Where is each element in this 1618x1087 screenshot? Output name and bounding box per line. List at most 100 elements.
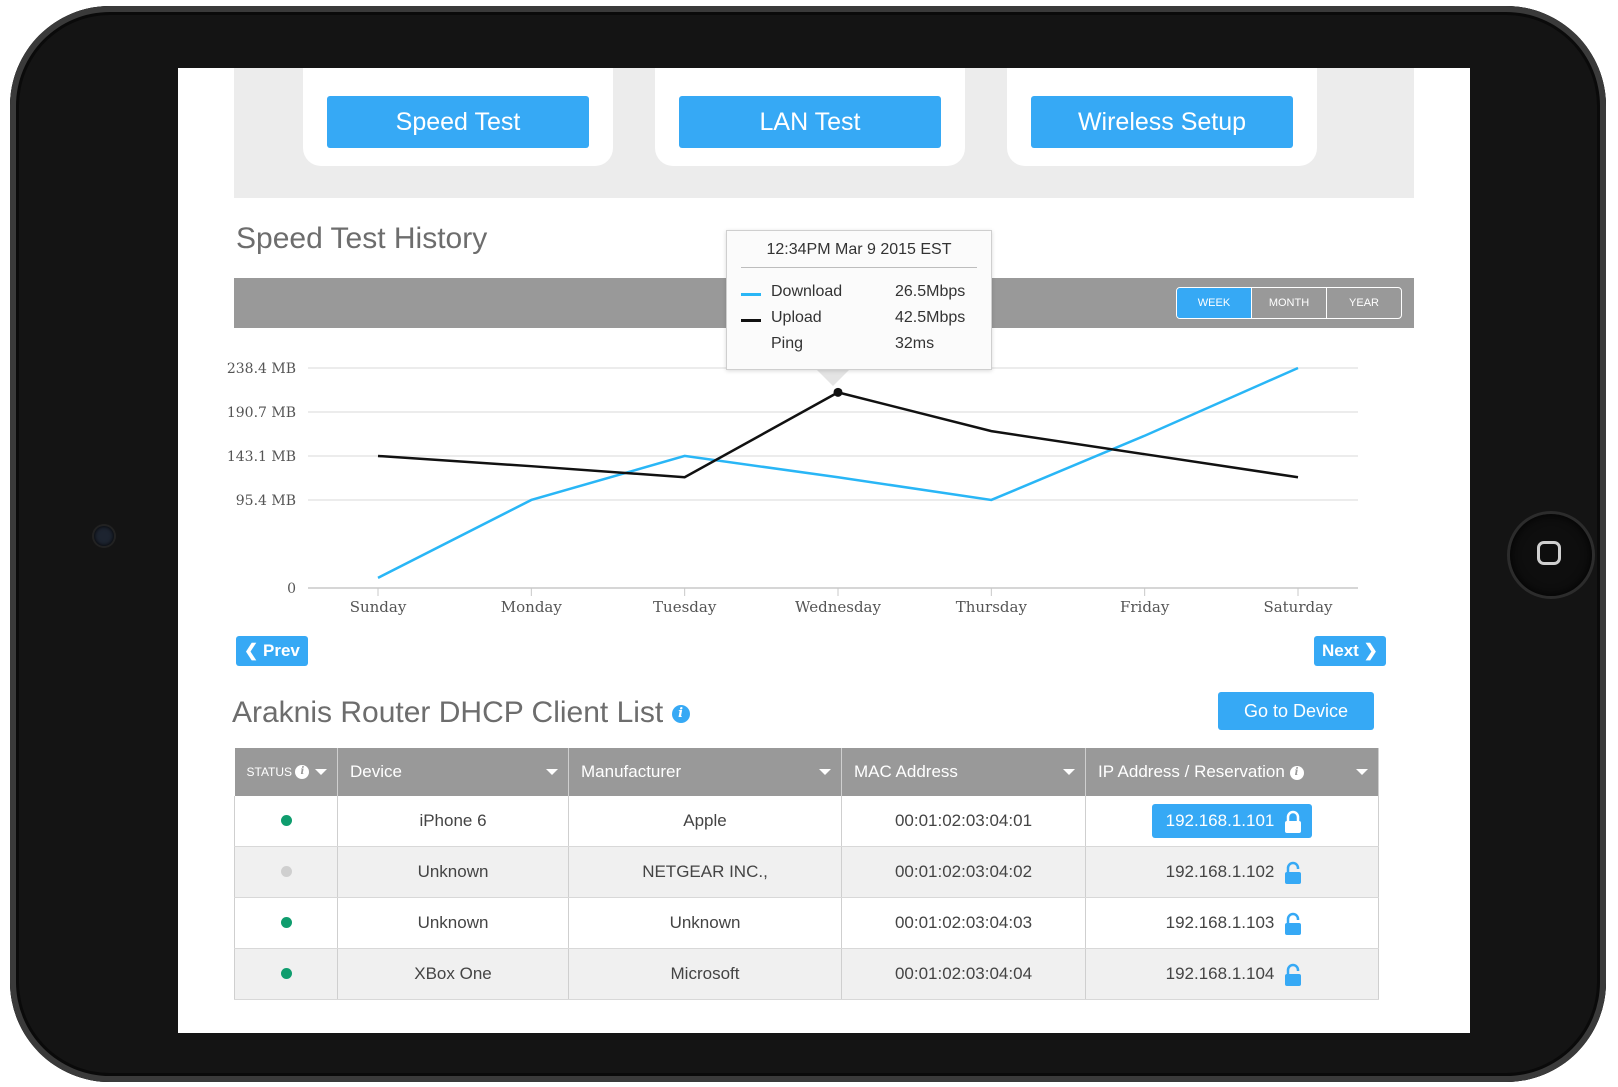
device-cell: Unknown — [337, 897, 569, 949]
y-tick-label: 238.4 MB — [227, 361, 296, 377]
tablet-frame: Speed Test LAN Test Wireless Setup Speed… — [10, 6, 1606, 1082]
mac-cell: 00:01:02:03:04:03 — [841, 897, 1086, 949]
status-cell — [234, 796, 338, 847]
period-year-button[interactable]: YEAR — [1326, 288, 1401, 318]
tooltip-label: Ping — [771, 335, 804, 352]
dhcp-list-title-row: Araknis Router DHCP Client List i — [232, 696, 690, 730]
table-row[interactable]: Unknown NETGEAR INC., 00:01:02:03:04:02 192… — [234, 846, 1379, 898]
ip-reservation-toggle[interactable]: 192.168.1.104 — [1152, 957, 1313, 991]
ip-address: 192.168.1.101 — [1165, 811, 1275, 830]
caret-down-icon — [546, 769, 558, 775]
period-month-button[interactable]: MONTH — [1251, 288, 1326, 318]
status-cell — [234, 846, 338, 898]
screen: Speed Test LAN Test Wireless Setup Speed… — [178, 68, 1470, 1033]
y-tick-label: 95.4 MB — [236, 493, 296, 509]
ip-cell: 192.168.1.102 — [1085, 846, 1379, 898]
manufacturer-cell: Unknown — [568, 897, 842, 949]
tooltip-value: 42.5Mbps — [895, 309, 966, 326]
wireless-setup-card: Wireless Setup — [1007, 68, 1317, 166]
column-label: Device — [350, 762, 402, 781]
info-icon[interactable]: i — [295, 765, 310, 780]
lan-test-card: LAN Test — [655, 68, 965, 166]
period-toggle: WEEK MONTH YEAR — [1176, 287, 1402, 319]
prev-button[interactable]: ❮ Prev — [236, 636, 308, 666]
series-line-download — [377, 366, 1299, 579]
upload-swatch — [741, 319, 761, 322]
column-header-status[interactable]: STATUS i — [234, 748, 338, 796]
column-header-manufacturer[interactable]: Manufacturer — [568, 748, 842, 796]
chart-tooltip: 12:34PM Mar 9 2015 EST Download 26.5Mbps… — [726, 230, 992, 370]
x-tick-label: Monday — [501, 598, 563, 616]
tooltip-row-ping: Ping 32ms — [741, 335, 971, 357]
dhcp-list-title: Araknis Router DHCP Client List — [232, 696, 664, 729]
period-week-button[interactable]: WEEK — [1177, 288, 1251, 318]
unlock-icon[interactable] — [1284, 912, 1302, 936]
ip-cell: 192.168.1.103 — [1085, 897, 1379, 949]
x-tick-label: Sunday — [350, 598, 407, 616]
wireless-setup-button[interactable]: Wireless Setup — [1031, 96, 1293, 148]
next-button[interactable]: Next ❯ — [1314, 636, 1386, 666]
column-label: IP Address / Reservation — [1098, 762, 1285, 781]
column-header-device[interactable]: Device — [337, 748, 569, 796]
lan-test-button[interactable]: LAN Test — [679, 96, 941, 148]
camera-icon — [94, 526, 114, 546]
device-cell: Unknown — [337, 846, 569, 898]
unlock-icon[interactable] — [1284, 861, 1302, 885]
status-cell — [234, 897, 338, 949]
mac-cell: 00:01:02:03:04:04 — [841, 948, 1086, 1000]
mac-cell: 00:01:02:03:04:01 — [841, 796, 1086, 847]
tooltip-label: Download — [771, 283, 843, 300]
chevron-right-icon: ❯ — [1363, 641, 1378, 660]
home-button[interactable] — [1510, 514, 1592, 596]
tooltip-value: 32ms — [895, 335, 935, 352]
unlock-icon[interactable] — [1284, 963, 1302, 987]
ip-reservation-toggle[interactable]: 192.168.1.101 — [1151, 804, 1313, 838]
table-row[interactable]: XBox One Microsoft 00:01:02:03:04:04 192.16… — [234, 948, 1379, 1000]
tooltip-title: 12:34PM Mar 9 2015 EST — [741, 241, 977, 268]
table-row[interactable]: Unknown Unknown 00:01:02:03:04:03 192.168.1… — [234, 897, 1379, 949]
speed-history-title: Speed Test History — [236, 222, 488, 255]
y-tick-label: 143.1 MB — [227, 449, 296, 465]
mac-cell: 00:01:02:03:04:02 — [841, 846, 1086, 898]
caret-down-icon — [819, 769, 831, 775]
manufacturer-cell: NETGEAR INC., — [568, 846, 842, 898]
status-dot — [280, 968, 292, 979]
column-header-mac[interactable]: MAC Address — [841, 748, 1086, 796]
caret-down-icon — [315, 769, 327, 775]
prev-label: Prev — [262, 641, 300, 660]
table-row[interactable]: iPhone 6 Apple 00:01:02:03:04:01 192.168.1.… — [234, 796, 1379, 847]
tooltip-arrow — [815, 368, 851, 386]
ip-reservation-toggle[interactable]: 192.168.1.102 — [1152, 855, 1313, 889]
table-header-row: STATUS i Device Manufacturer MAC Address — [234, 748, 1379, 796]
ip-address: 192.168.1.103 — [1165, 913, 1275, 932]
status-dot — [280, 917, 292, 928]
speed-test-card: Speed Test — [303, 68, 613, 166]
ip-cell: 192.168.1.104 — [1085, 948, 1379, 1000]
tooltip-row-download: Download 26.5Mbps — [741, 283, 971, 305]
action-panel: Speed Test LAN Test Wireless Setup — [234, 68, 1414, 198]
y-tick-label: 0 — [287, 581, 296, 597]
device-cell: iPhone 6 — [337, 796, 569, 847]
x-tick-label: Wednesday — [795, 598, 881, 616]
tooltip-row-upload: Upload 42.5Mbps — [741, 309, 971, 331]
manufacturer-cell: Microsoft — [568, 948, 842, 1000]
go-to-device-button[interactable]: Go to Device — [1218, 692, 1374, 730]
series-line-upload — [377, 391, 1299, 479]
download-swatch — [741, 293, 761, 296]
lock-icon[interactable] — [1284, 810, 1302, 834]
x-tick-label: Friday — [1120, 598, 1170, 616]
dhcp-client-table: STATUS i Device Manufacturer MAC Address — [234, 748, 1379, 1000]
chevron-left-icon: ❮ — [244, 641, 259, 660]
x-tick-label: Thursday — [956, 598, 1028, 616]
info-icon[interactable]: i — [671, 705, 690, 724]
manufacturer-cell: Apple — [568, 796, 842, 847]
column-header-ip[interactable]: IP Address / Reservation i — [1085, 748, 1379, 796]
caret-down-icon — [1063, 769, 1075, 775]
y-tick-label: 190.7 MB — [227, 405, 296, 421]
device-cell: XBox One — [337, 948, 569, 1000]
x-tick-label: Tuesday — [653, 598, 717, 616]
ip-reservation-toggle[interactable]: 192.168.1.103 — [1152, 906, 1313, 940]
info-icon[interactable]: i — [1289, 765, 1304, 780]
speed-test-button[interactable]: Speed Test — [327, 96, 589, 148]
highlight-point — [833, 387, 843, 397]
